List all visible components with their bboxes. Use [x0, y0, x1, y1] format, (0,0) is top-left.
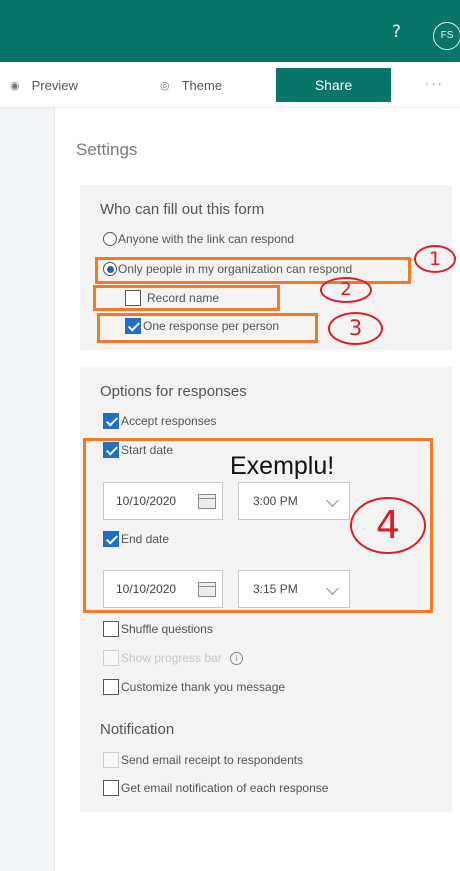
theme-button[interactable]: ◎ Theme: [160, 62, 222, 108]
share-button[interactable]: Share: [276, 68, 391, 102]
record-name-checkbox[interactable]: [125, 290, 141, 306]
email-receipt-label: Send email receipt to respondents: [121, 753, 304, 767]
info-icon[interactable]: i: [229, 651, 243, 665]
record-name-option[interactable]: Record name: [125, 290, 219, 306]
progress-bar-label: Show progress bar: [121, 651, 222, 665]
start-date-value: 10/10/2020: [116, 494, 177, 508]
preview-button[interactable]: ◉ Preview: [10, 62, 78, 108]
accept-responses-label: Accept responses: [121, 414, 217, 428]
email-notify-label: Get email notification of each response: [121, 781, 329, 795]
org-label: Only people in my organization can respo…: [118, 262, 353, 276]
anyone-label: Anyone with the link can respond: [118, 232, 295, 246]
one-response-option[interactable]: One response per person: [125, 318, 279, 334]
shuffle-label: Shuffle questions: [121, 622, 213, 636]
calendar-icon[interactable]: [198, 494, 216, 509]
who-heading: Who can fill out this form: [100, 201, 265, 218]
more-options-icon[interactable]: ···: [425, 76, 444, 91]
app-header: [0, 0, 460, 62]
one-response-checkbox[interactable]: [125, 318, 141, 334]
settings-title: Settings: [76, 140, 138, 159]
left-rail: [0, 108, 55, 871]
one-response-label: One response per person: [143, 319, 280, 333]
end-date-option[interactable]: End date: [103, 531, 169, 547]
start-time-select[interactable]: 3:00 PM: [238, 482, 350, 520]
start-date-input[interactable]: 10/10/2020: [103, 482, 223, 520]
preview-label: Preview: [31, 77, 78, 93]
end-date-label: End date: [121, 532, 170, 546]
end-time-select[interactable]: 3:15 PM: [238, 570, 350, 608]
avatar[interactable]: FS: [433, 22, 460, 50]
email-notify-checkbox[interactable]: [103, 780, 119, 796]
record-name-label: Record name: [147, 291, 220, 305]
shuffle-option[interactable]: Shuffle questions: [103, 621, 213, 637]
anyone-radio[interactable]: [103, 232, 117, 246]
email-notify-option[interactable]: Get email notification of each response: [103, 780, 328, 796]
progress-bar-checkbox: [103, 650, 119, 666]
start-date-option[interactable]: Start date: [103, 442, 173, 458]
email-receipt-option: Send email receipt to respondents: [103, 752, 303, 768]
progress-bar-option: Show progress bar i: [103, 650, 243, 666]
chevron-down-icon: [326, 582, 339, 595]
accept-responses-checkbox[interactable]: [103, 413, 119, 429]
org-radio[interactable]: [103, 262, 117, 276]
thank-you-label: Customize thank you message: [121, 680, 286, 694]
chevron-down-icon: [326, 494, 339, 507]
start-date-checkbox[interactable]: [103, 442, 119, 458]
thank-you-option[interactable]: Customize thank you message: [103, 679, 285, 695]
theme-label: Theme: [181, 77, 223, 93]
org-option[interactable]: Only people in my organization can respo…: [103, 262, 352, 276]
shuffle-checkbox[interactable]: [103, 621, 119, 637]
start-time-value: 3:00 PM: [253, 494, 298, 508]
help-icon[interactable]: ?: [392, 22, 401, 42]
notification-heading: Notification: [100, 721, 175, 738]
email-receipt-checkbox: [103, 752, 119, 768]
thank-you-checkbox[interactable]: [103, 679, 119, 695]
end-date-input[interactable]: 10/10/2020: [103, 570, 223, 608]
palette-icon: ◎: [160, 78, 170, 92]
annotation-example-text: Exemplu!: [230, 452, 335, 480]
end-date-checkbox[interactable]: [103, 531, 119, 547]
calendar-icon[interactable]: [198, 582, 216, 597]
end-date-value: 10/10/2020: [116, 582, 177, 596]
end-time-value: 3:15 PM: [253, 582, 298, 596]
options-heading: Options for responses: [100, 383, 247, 400]
accept-responses-option[interactable]: Accept responses: [103, 413, 216, 429]
start-date-label: Start date: [121, 443, 174, 457]
anyone-option[interactable]: Anyone with the link can respond: [103, 232, 294, 246]
eye-icon: ◉: [10, 78, 20, 92]
